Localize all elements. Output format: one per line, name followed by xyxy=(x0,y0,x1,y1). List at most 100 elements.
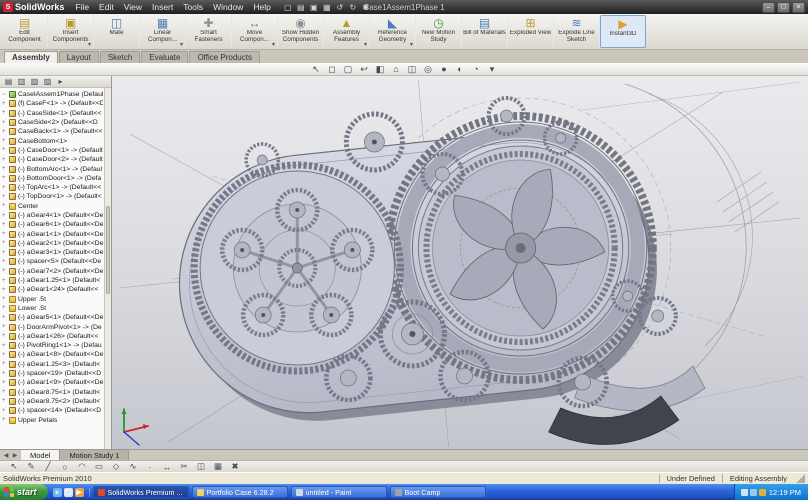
expand-icon[interactable]: + xyxy=(2,278,7,284)
options-icon[interactable]: ✱ xyxy=(360,3,372,12)
tree-item[interactable]: + (-) aGear1<24> (Default<< xyxy=(2,285,103,294)
start-button[interactable]: start xyxy=(0,484,48,500)
expand-icon[interactable]: + xyxy=(2,157,7,163)
expand-icon[interactable]: + xyxy=(2,287,7,293)
expand-icon[interactable]: + xyxy=(2,343,7,349)
tree-item[interactable]: + CaseSide<2> (Default<<D xyxy=(2,118,103,127)
tree-item[interactable]: + (-) CaseSide<1> (Default<< xyxy=(2,109,103,118)
network-icon[interactable] xyxy=(750,489,757,496)
expand-icon[interactable]: + xyxy=(2,110,7,116)
trim-tool-icon[interactable]: ✂ xyxy=(178,461,190,472)
menu-item[interactable]: Insert xyxy=(147,2,178,12)
tree-item[interactable]: + CaseBottom<1> xyxy=(2,136,103,145)
tree-item[interactable]: + (-) aGear8.75<2> (Default< xyxy=(2,397,103,406)
expand-icon[interactable]: + xyxy=(2,417,7,423)
tree-item[interactable]: + (-) aGear5<1> (Default<<De xyxy=(2,313,103,322)
propertymanager-icon[interactable]: ▥ xyxy=(16,77,27,86)
taskbar-task[interactable]: Boot Camp xyxy=(390,486,486,498)
tab-scroll-right-icon[interactable]: ▶ xyxy=(11,452,19,459)
expand-icon[interactable]: + xyxy=(2,213,7,219)
ribbon-button[interactable]: ▦ Linear Compon... ▾ xyxy=(140,15,186,48)
line-tool-icon[interactable]: ╱ xyxy=(42,461,54,472)
tree-item[interactable]: + (-) aGear6<1> (Default<<De xyxy=(2,220,103,229)
ribbon-button[interactable]: ▶ Instant3D ▾ xyxy=(600,15,646,48)
expand-icon[interactable]: + xyxy=(2,315,7,321)
expand-icon[interactable]: − xyxy=(2,92,7,98)
command-tab[interactable]: Office Products xyxy=(189,51,260,63)
expand-icon[interactable]: + xyxy=(2,259,7,265)
expand-icon[interactable]: + xyxy=(2,398,7,404)
taskbar-task[interactable]: Portfolio Case 6.28.2 xyxy=(192,486,288,498)
model-tab[interactable]: Motion Study 1 xyxy=(60,450,129,460)
tree-item[interactable]: + (-) CaseDoor<2> -> (Default xyxy=(2,155,103,164)
ribbon-button[interactable]: ◣ Reference Geometry ▾ xyxy=(370,15,416,48)
expand-icon[interactable]: + xyxy=(2,333,7,339)
ribbon-button[interactable]: ▣ Insert Components ▾ xyxy=(48,15,94,48)
internet-explorer-icon[interactable]: e xyxy=(53,488,62,497)
volume-icon[interactable] xyxy=(741,489,748,496)
tree-item[interactable]: + (-) spacer<5> (Default<<De xyxy=(2,257,103,266)
tree-item[interactable]: + (-) BottomDoor<1> -> (Defa xyxy=(2,174,103,183)
expand-icon[interactable]: + xyxy=(2,305,7,311)
arc-tool-icon[interactable]: ◠ xyxy=(76,461,88,472)
close-button[interactable]: × xyxy=(792,2,805,13)
select-icon[interactable]: ↖ xyxy=(8,461,20,472)
ribbon-button[interactable]: ▲ Assembly Features ▾ xyxy=(324,15,370,48)
menu-item[interactable]: Help xyxy=(248,2,275,12)
undo-icon[interactable]: ↺ xyxy=(334,3,346,12)
ribbon-button[interactable]: ▤ Bill of Materials ▾ xyxy=(462,15,508,48)
sketch-icon[interactable]: ✎ xyxy=(25,461,37,472)
resize-grip-icon[interactable] xyxy=(796,474,805,483)
maximize-button[interactable]: □ xyxy=(777,2,790,13)
zoom-area-icon[interactable]: ▢ xyxy=(342,64,355,75)
command-tab[interactable]: Sketch xyxy=(100,51,140,63)
spline-tool-icon[interactable]: ∿ xyxy=(127,461,139,472)
taskbar-task[interactable]: untitled - Paint xyxy=(291,486,387,498)
rectangle-tool-icon[interactable]: ▭ xyxy=(93,461,105,472)
ribbon-button[interactable]: ◫ Mate ▾ xyxy=(94,15,140,48)
tree-root-item[interactable]: − CaseIAssem1Phase (Defaul xyxy=(2,90,103,99)
tree-item[interactable]: + (-) TopDoor<1> -> (Default< xyxy=(2,192,103,201)
polygon-tool-icon[interactable]: ◇ xyxy=(110,461,122,472)
expand-icon[interactable]: + xyxy=(2,324,7,330)
ribbon-button[interactable]: ↔ Move Compon... ▾ xyxy=(232,15,278,48)
expand-icon[interactable]: + xyxy=(2,250,7,256)
tree-item[interactable]: + (-) aGear7<2> (Default<<De xyxy=(2,267,103,276)
expand-icon[interactable]: + xyxy=(2,166,7,172)
expand-icon[interactable]: + xyxy=(2,352,7,358)
pattern-tool-icon[interactable]: ▦ xyxy=(212,461,224,472)
graphics-area[interactable] xyxy=(112,76,808,449)
expand-icon[interactable]: + xyxy=(2,408,7,414)
configuration-manager-icon[interactable]: ▧ xyxy=(29,77,40,86)
ribbon-button[interactable]: ◉ Show Hidden Components ▾ xyxy=(278,15,324,48)
tree-item[interactable]: + (-) aGear8.75<1> (Default< xyxy=(2,388,103,397)
command-tab[interactable]: Assembly xyxy=(4,51,58,63)
menu-item[interactable]: Window xyxy=(208,2,248,12)
expand-icon[interactable]: + xyxy=(2,222,7,228)
print-icon[interactable]: ▦ xyxy=(321,3,333,12)
tree-item[interactable]: + (-) aGear1<8> (Default<<De xyxy=(2,350,103,359)
expand-icon[interactable]: + xyxy=(2,175,7,181)
media-player-icon[interactable]: ▶ xyxy=(75,488,84,497)
expand-icon[interactable]: + xyxy=(2,203,7,209)
tree-item[interactable]: + (-) aGear1<26> (Default<< xyxy=(2,332,103,341)
expand-icon[interactable]: + xyxy=(2,185,7,191)
expand-icon[interactable]: + xyxy=(2,389,7,395)
tree-item[interactable]: + (-) TopArc<1> -> (Default<< xyxy=(2,183,103,192)
ribbon-button[interactable]: ▤ Edit Component ▾ xyxy=(2,15,48,48)
tree-item[interactable]: + Upper .5t xyxy=(2,295,103,304)
select-icon[interactable]: ↖ xyxy=(310,64,323,75)
minimize-button[interactable]: – xyxy=(762,2,775,13)
tree-item[interactable]: + (-) BottomArc<1> -> (Defaul xyxy=(2,164,103,173)
show-desktop-icon[interactable]: ▢ xyxy=(64,488,73,497)
expand-icon[interactable]: + xyxy=(2,120,7,126)
antivirus-icon[interactable] xyxy=(759,489,766,496)
menu-item[interactable]: View xyxy=(119,2,147,12)
tree-item[interactable]: + (-) spacer<14> (Default<<D xyxy=(2,406,103,415)
edit-appearance-icon[interactable]: ● xyxy=(438,64,451,74)
ribbon-button[interactable]: ⊞ Exploded View ▾ xyxy=(508,15,554,48)
tree-item[interactable]: + (-) aGear1<1> (Default<<De xyxy=(2,229,103,238)
view-orientation-icon[interactable]: ⌂ xyxy=(390,64,403,74)
tree-scrollbar[interactable] xyxy=(104,88,111,449)
ribbon-button[interactable]: ◷ New Motion Study ▾ xyxy=(416,15,462,48)
